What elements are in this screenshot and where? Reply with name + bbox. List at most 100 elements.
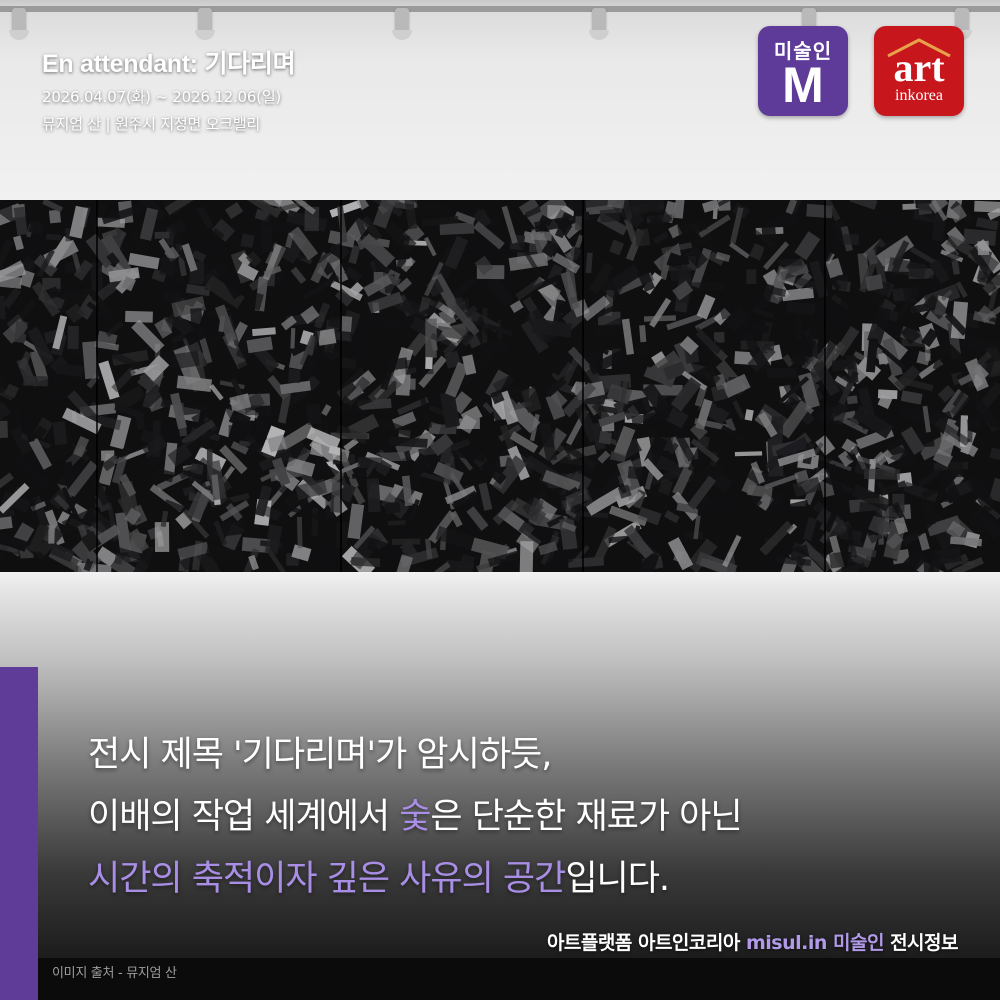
charcoal-fragment [23,375,48,387]
charcoal-fragment [312,540,335,571]
charcoal-fragment [190,308,203,330]
charcoal-fragment [48,525,55,544]
caption-highlight: 시간의 축적이자 깊은 사유의 공간 [88,859,566,899]
charcoal-fragment [0,295,6,320]
charcoal-fragment [567,556,605,569]
panel-divider [340,200,342,572]
charcoal-fragment [966,418,982,431]
charcoal-fragment [154,231,170,239]
charcoal-fragment [621,318,635,355]
charcoal-fragment [865,274,884,292]
panel-divider [96,200,98,572]
charcoal-fragment [366,478,381,513]
panel-divider [582,200,584,572]
lighting-track [0,6,1000,12]
charcoal-fragment [0,472,14,493]
charcoal-fragment [501,205,518,244]
charcoal-fragment [67,325,79,349]
credit-text: 전시정보 [883,932,958,954]
charcoal-fragment [350,332,366,363]
charcoal-fragment [52,421,68,446]
charcoal-fragment [977,240,990,256]
charcoal-fragment [846,395,858,405]
charcoal-fragment [351,471,368,479]
charcoal-fragment [598,430,613,445]
credit-text: 아트플랫폼 아트인코리아 [546,932,746,954]
charcoal-fragment [0,401,12,421]
caption-text: 전시 제목 '기다리며'가 암시하듯, [88,735,552,775]
charcoal-fragment [0,420,8,439]
charcoal-fragment [585,252,593,274]
charcoal-fragment [599,208,621,223]
exhibition-title: En attendant: 기다리며 [42,50,296,78]
charcoal-fragment [899,405,939,426]
charcoal-fragment [306,403,323,425]
charcoal-fragment [252,327,276,337]
charcoal-fragment [781,287,814,302]
charcoal-fragment [729,241,750,259]
charcoal-fragment [649,297,672,328]
charcoal-fragment [989,447,1000,462]
charcoal-fragment [296,516,303,549]
charcoal-fragment [0,553,7,566]
charcoal-fragment [749,243,766,261]
charcoal-fragment [2,287,22,309]
artinkorea-logo-inkorea: inkorea [895,87,943,104]
charcoal-fragment [900,390,923,405]
charcoal-fragment [609,239,625,256]
charcoal-fragment [264,524,283,555]
charcoal-fragment [290,328,296,349]
platform-credit: 아트플랫폼 아트인코리아 misul.in 미술인 전시정보 [546,928,959,955]
charcoal-fragment [425,357,433,370]
charcoal-fragment [519,541,534,572]
charcoal-fragment [559,517,578,551]
charcoal-fragment [290,266,307,284]
charcoal-fragment [467,428,491,452]
charcoal-fragment [752,307,775,319]
charcoal-fragment [696,294,716,320]
charcoal-fragment [746,269,757,284]
charcoal-fragment [439,391,461,429]
spotlight-icon [195,8,215,40]
charcoal-fragment [391,538,421,545]
roof-icon [887,38,951,58]
misulin-logo-letter: M [782,57,824,113]
charcoal-fragment [974,200,1000,214]
charcoal-fragment [627,466,643,480]
charcoal-fragment [111,367,137,393]
charcoal-fragment [498,563,511,572]
charcoal-fragment [669,264,690,282]
charcoal-fragment [766,368,797,378]
exhibition-venue: 뮤지엄 산 | 원주시 지정면 오크밸리 [42,115,261,133]
charcoal-fragment [643,315,676,322]
caption-line-1: 전시 제목 '기다리며'가 암시하듯, [88,726,742,788]
charcoal-fragment [197,206,214,230]
charcoal-fragment [829,551,846,569]
charcoal-fragment [835,274,849,291]
charcoal-fragment [387,520,406,526]
charcoal-fragment [159,256,176,277]
caption-line-2: 이배의 작업 세계에서 숯은 단순한 재료가 아닌 [88,788,743,850]
charcoal-fragment [795,308,802,340]
charcoal-fragment [340,316,353,332]
artinkorea-logo: art inkorea [874,26,964,116]
charcoal-fragment [778,258,803,267]
caption-line-3: 시간의 축적이자 깊은 사유의 공간입니다. [88,850,742,912]
charcoal-fragment [273,273,286,286]
accent-bar [0,667,38,1000]
charcoal-fragment [634,228,651,247]
charcoal-fragment [673,200,686,219]
charcoal-fragment [849,200,878,210]
charcoal-fragment [744,409,754,421]
caption-text: 이배의 작업 세계에서 [88,797,400,837]
charcoal-fragment [794,231,821,261]
charcoal-fragment [135,413,145,430]
charcoal-fragment [509,300,524,313]
caption-highlight: 숯 [399,797,431,837]
charcoal-fragment [485,274,514,308]
charcoal-fragment [340,356,357,370]
charcoal-fragment [842,234,859,245]
charcoal-fragment [652,231,669,245]
charcoal-fragment [321,404,332,417]
charcoal-fragment [325,494,334,519]
